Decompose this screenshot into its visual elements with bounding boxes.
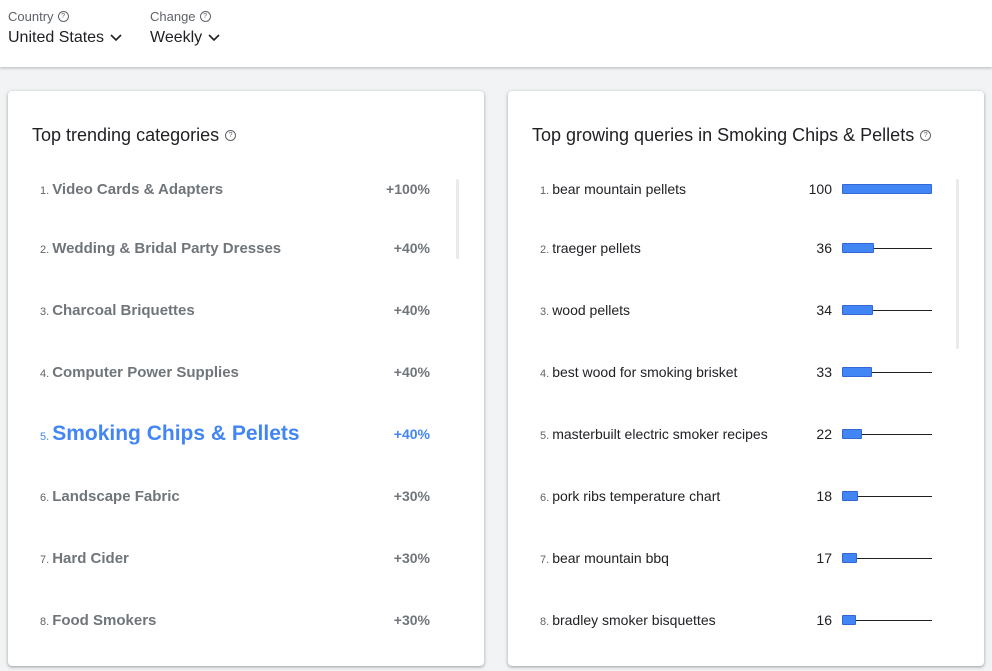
category-row[interactable]: 3. Charcoal Briquettes +40% xyxy=(8,298,484,322)
query-label: bear mountain bbq xyxy=(552,550,669,566)
trending-categories-card: Top trending categories ? 1. Video Cards … xyxy=(8,91,484,666)
query-label: traeger pellets xyxy=(552,240,641,256)
query-rank: 8. xyxy=(540,616,550,628)
category-rank: 3. xyxy=(40,305,50,318)
category-label: Landscape Fabric xyxy=(52,487,180,505)
query-row[interactable]: 5. masterbuilt electric smoker recipes 22 xyxy=(508,422,984,446)
filter-bar: Country ? United States Change ? Weekly xyxy=(0,0,992,67)
category-row[interactable]: 6. Landscape Fabric +30% xyxy=(8,484,484,508)
query-value: 17 xyxy=(816,550,832,566)
query-value: 18 xyxy=(816,488,832,504)
query-value: 33 xyxy=(816,364,832,380)
category-rank: 1. xyxy=(40,184,50,197)
query-bar-fill xyxy=(842,615,856,625)
category-label: Computer Power Supplies xyxy=(52,363,239,381)
help-circle-icon[interactable]: ? xyxy=(920,130,932,141)
query-row[interactable]: 2. traeger pellets 36 xyxy=(508,236,984,260)
category-rank: 8. xyxy=(40,615,50,628)
query-bar-fill xyxy=(842,367,872,377)
category-label: Smoking Chips & Pellets xyxy=(52,422,300,445)
queries-scrollbar[interactable] xyxy=(956,179,959,349)
query-label: masterbuilt electric smoker recipes xyxy=(552,426,768,442)
queries-title: Top growing queries in Smoking Chips & P… xyxy=(532,125,915,145)
change-filter-label: Change xyxy=(150,9,196,24)
change-filter: Change ? Weekly xyxy=(150,9,220,47)
query-value: 36 xyxy=(816,240,832,256)
query-label: bradley smoker bisquettes xyxy=(552,612,716,628)
category-label: Charcoal Briquettes xyxy=(52,301,195,319)
query-row[interactable]: 6. pork ribs temperature chart 18 xyxy=(508,484,984,508)
category-rank: 6. xyxy=(40,491,50,504)
chevron-down-icon xyxy=(208,34,220,42)
query-bar-fill xyxy=(842,305,873,315)
query-row[interactable]: 8. bradley smoker bisquettes 16 xyxy=(508,608,984,632)
query-value: 16 xyxy=(816,612,832,628)
query-value: 100 xyxy=(808,181,832,197)
query-bar-fill xyxy=(842,491,858,501)
category-label: Hard Cider xyxy=(52,549,129,567)
category-rank: 2. xyxy=(40,243,50,256)
category-change: +30% xyxy=(393,612,430,628)
category-change: +40% xyxy=(393,426,430,442)
category-change: +30% xyxy=(393,488,430,504)
query-rank: 5. xyxy=(540,430,550,442)
query-value: 22 xyxy=(816,426,832,442)
chevron-down-icon xyxy=(110,34,122,42)
country-dropdown-value: United States xyxy=(8,29,105,46)
category-change: +100% xyxy=(386,181,430,197)
category-row[interactable]: 5. Smoking Chips & Pellets +40% xyxy=(8,422,484,446)
country-filter-label: Country xyxy=(8,9,54,24)
growing-queries-card: Top growing queries in Smoking Chips & P… xyxy=(508,91,984,666)
category-rank: 7. xyxy=(40,553,50,566)
query-label: best wood for smoking brisket xyxy=(552,364,738,380)
query-bar-fill xyxy=(842,243,874,253)
country-filter: Country ? United States xyxy=(8,9,122,47)
query-row[interactable]: 7. bear mountain bbq 17 xyxy=(508,546,984,570)
query-rank: 4. xyxy=(540,368,550,380)
query-bar-fill xyxy=(842,553,857,563)
query-rank: 7. xyxy=(540,554,550,566)
category-rank: 5. xyxy=(40,431,50,443)
help-circle-icon[interactable]: ? xyxy=(225,130,237,141)
change-dropdown-value: Weekly xyxy=(150,29,203,46)
query-rank: 3. xyxy=(540,306,550,318)
help-circle-icon[interactable]: ? xyxy=(199,11,211,22)
query-row[interactable]: 1. bear mountain pellets 100 xyxy=(508,177,984,201)
query-rank: 6. xyxy=(540,492,550,504)
query-value: 34 xyxy=(816,302,832,318)
query-label: pork ribs temperature chart xyxy=(552,488,721,504)
category-label: Video Cards & Adapters xyxy=(52,180,224,198)
change-dropdown[interactable]: Weekly xyxy=(150,29,220,47)
query-bar-fill xyxy=(842,184,932,194)
category-row[interactable]: 2. Wedding & Bridal Party Dresses +40% xyxy=(8,236,484,260)
category-row[interactable]: 4. Computer Power Supplies +40% xyxy=(8,360,484,384)
category-rank: 4. xyxy=(40,367,50,380)
query-label: bear mountain pellets xyxy=(552,181,687,197)
category-change: +40% xyxy=(393,240,430,256)
category-change: +40% xyxy=(393,302,430,318)
categories-title: Top trending categories xyxy=(32,125,220,145)
category-label: Wedding & Bridal Party Dresses xyxy=(52,239,282,257)
help-circle-icon[interactable]: ? xyxy=(57,11,69,22)
query-label: wood pellets xyxy=(552,302,631,318)
category-change: +30% xyxy=(393,550,430,566)
country-dropdown[interactable]: United States xyxy=(8,29,122,47)
category-change: +40% xyxy=(393,364,430,380)
query-row[interactable]: 3. wood pellets 34 xyxy=(508,298,984,322)
query-bar-fill xyxy=(842,429,862,439)
category-label: Food Smokers xyxy=(52,611,157,629)
category-row[interactable]: 8. Food Smokers +30% xyxy=(8,608,484,632)
category-row[interactable]: 7. Hard Cider +30% xyxy=(8,546,484,570)
category-row[interactable]: 1. Video Cards & Adapters +100% xyxy=(8,177,484,201)
query-rank: 2. xyxy=(540,244,550,256)
query-rank: 1. xyxy=(540,185,550,197)
query-row[interactable]: 4. best wood for smoking brisket 33 xyxy=(508,360,984,384)
